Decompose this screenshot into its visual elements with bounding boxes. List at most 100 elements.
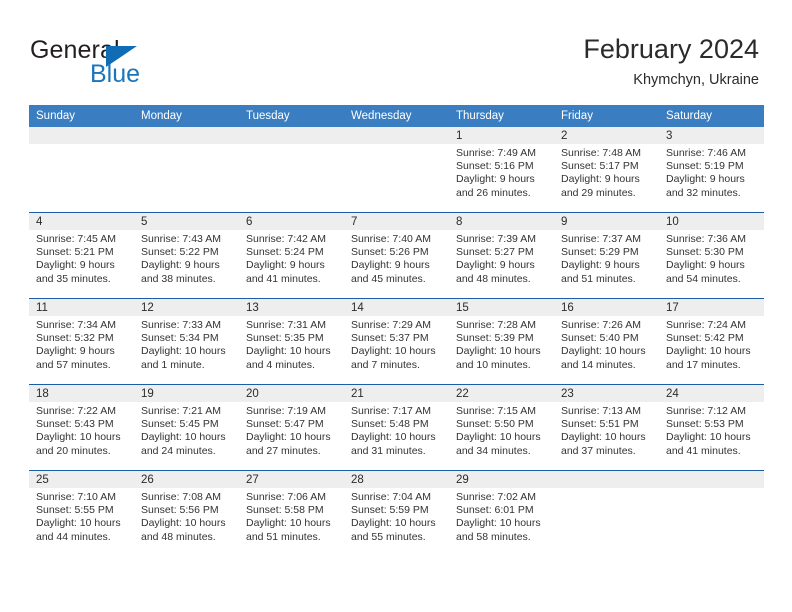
sunset-text: Sunset: 5:16 PM [456,160,534,173]
calendar-day-cell[interactable]: 29 Sunrise: 7:02 AM Sunset: 6:01 PM Dayligh… [449,470,554,556]
sunset-text: Sunset: 5:26 PM [351,246,429,259]
daylight-text-line2: and 10 minutes. [456,358,531,371]
day-number: 3 [659,127,764,144]
sunrise-text: Sunrise: 7:43 AM [141,233,221,245]
title-block: February 2024 Khymchyn, Ukraine [583,33,759,89]
calendar-day-cell[interactable]: 16 Sunrise: 7:26 AM Sunset: 5:40 PM Dayligh… [554,298,659,385]
calendar-day-cell[interactable]: 28 Sunrise: 7:04 AM Sunset: 5:59 PM Dayligh… [344,470,449,556]
sunset-text: Sunset: 5:45 PM [141,418,219,431]
sunrise-text: Sunrise: 7:13 AM [561,405,641,417]
day-number: 23 [554,385,659,402]
calendar-day-cell[interactable]: 9 Sunrise: 7:37 AM Sunset: 5:29 PM Daylight… [554,212,659,299]
calendar-day-cell[interactable]: 8 Sunrise: 7:39 AM Sunset: 5:27 PM Daylight… [449,212,554,299]
daylight-text-line2: and 41 minutes. [246,272,321,285]
daylight-text-line2: and 20 minutes. [36,444,111,457]
sunrise-text: Sunrise: 7:48 AM [561,147,641,159]
daylight-text-line2: and 41 minutes. [666,444,741,457]
calendar-day-cell[interactable]: 4 Sunrise: 7:45 AM Sunset: 5:21 PM Daylight… [29,212,134,299]
sunset-text: Sunset: 5:50 PM [456,418,534,431]
daylight-text-line1: Daylight: 10 hours [456,345,541,358]
calendar-day-cell[interactable]: 5 Sunrise: 7:43 AM Sunset: 5:22 PM Daylight… [134,212,239,299]
general-blue-logo[interactable]: General Blue [30,36,200,90]
page-subtitle-location: Khymchyn, Ukraine [633,72,759,88]
day-number [134,127,239,144]
day-number: 20 [239,385,344,402]
calendar-day-cell[interactable]: 24 Sunrise: 7:12 AM Sunset: 5:53 PM Dayligh… [659,384,764,471]
calendar-day-cell[interactable]: 1 Sunrise: 7:49 AM Sunset: 5:16 PM Daylight… [449,127,554,213]
daylight-text-line2: and 44 minutes. [36,530,111,543]
daylight-text-line2: and 48 minutes. [456,272,531,285]
calendar-day-cell[interactable]: 3 Sunrise: 7:46 AM Sunset: 5:19 PM Daylight… [659,127,764,213]
weekday-header-sunday: Sunday [29,105,134,127]
day-details: Sunrise: 7:36 AM Sunset: 5:30 PM Daylight:… [659,230,764,286]
sunset-text: Sunset: 5:22 PM [141,246,219,259]
calendar-day-cell[interactable]: 10 Sunrise: 7:36 AM Sunset: 5:30 PM Dayligh… [659,212,764,299]
daylight-text-line2: and 32 minutes. [666,186,741,199]
calendar-day-cell[interactable]: 11 Sunrise: 7:34 AM Sunset: 5:32 PM Dayligh… [29,298,134,385]
calendar-day-cell[interactable]: 2 Sunrise: 7:48 AM Sunset: 5:17 PM Daylight… [554,127,659,213]
calendar-day-cell[interactable]: 18 Sunrise: 7:22 AM Sunset: 5:43 PM Dayligh… [29,384,134,471]
day-number: 15 [449,299,554,316]
calendar-day-cell[interactable]: 14 Sunrise: 7:29 AM Sunset: 5:37 PM Dayligh… [344,298,449,385]
page-title: February 2024 [583,34,759,64]
sunrise-text: Sunrise: 7:22 AM [36,405,116,417]
calendar-day-cell[interactable]: 13 Sunrise: 7:31 AM Sunset: 5:35 PM Dayligh… [239,298,344,385]
sunset-text: Sunset: 5:39 PM [456,332,534,345]
day-details: Sunrise: 7:06 AM Sunset: 5:58 PM Daylight:… [239,488,344,544]
calendar-day-cell[interactable]: 22 Sunrise: 7:15 AM Sunset: 5:50 PM Dayligh… [449,384,554,471]
calendar-day-cell[interactable]: 20 Sunrise: 7:19 AM Sunset: 5:47 PM Dayligh… [239,384,344,471]
calendar-week-row: 1 Sunrise: 7:49 AM Sunset: 5:16 PM Daylight… [29,127,764,213]
sunset-text: Sunset: 5:58 PM [246,504,324,517]
day-details: Sunrise: 7:15 AM Sunset: 5:50 PM Daylight:… [449,402,554,458]
daylight-text-line1: Daylight: 10 hours [36,517,121,530]
daylight-text-line1: Daylight: 9 hours [36,345,115,358]
calendar-day-cell[interactable]: 19 Sunrise: 7:21 AM Sunset: 5:45 PM Dayligh… [134,384,239,471]
calendar-week-row: 4 Sunrise: 7:45 AM Sunset: 5:21 PM Daylight… [29,212,764,299]
weekday-header-tuesday: Tuesday [239,105,344,127]
daylight-text-line1: Daylight: 10 hours [561,345,646,358]
daylight-text-line2: and 37 minutes. [561,444,636,457]
day-number: 22 [449,385,554,402]
daylight-text-line1: Daylight: 10 hours [141,431,226,444]
day-details: Sunrise: 7:29 AM Sunset: 5:37 PM Daylight:… [344,316,449,372]
day-number [344,127,449,144]
logo-text-blue: Blue [90,60,141,88]
calendar-day-cell[interactable]: 23 Sunrise: 7:13 AM Sunset: 5:51 PM Dayligh… [554,384,659,471]
calendar-day-cell[interactable]: 7 Sunrise: 7:40 AM Sunset: 5:26 PM Daylight… [344,212,449,299]
sunrise-text: Sunrise: 7:08 AM [141,491,221,503]
sunset-text: Sunset: 5:42 PM [666,332,744,345]
daylight-text-line2: and 48 minutes. [141,530,216,543]
calendar-day-cell[interactable]: 27 Sunrise: 7:06 AM Sunset: 5:58 PM Dayligh… [239,470,344,556]
daylight-text-line2: and 58 minutes. [456,530,531,543]
day-number [554,471,659,488]
calendar-day-cell[interactable]: 26 Sunrise: 7:08 AM Sunset: 5:56 PM Dayligh… [134,470,239,556]
daylight-text-line1: Daylight: 10 hours [666,345,751,358]
day-details: Sunrise: 7:33 AM Sunset: 5:34 PM Daylight:… [134,316,239,372]
day-details: Sunrise: 7:04 AM Sunset: 5:59 PM Daylight:… [344,488,449,544]
daylight-text-line2: and 35 minutes. [36,272,111,285]
day-number: 29 [449,471,554,488]
calendar-day-cell[interactable]: 17 Sunrise: 7:24 AM Sunset: 5:42 PM Dayligh… [659,298,764,385]
daylight-text-line1: Daylight: 10 hours [666,431,751,444]
sunset-text: Sunset: 5:27 PM [456,246,534,259]
calendar-day-cell[interactable]: 25 Sunrise: 7:10 AM Sunset: 5:55 PM Dayligh… [29,470,134,556]
daylight-text-line1: Daylight: 9 hours [561,259,640,272]
day-details: Sunrise: 7:39 AM Sunset: 5:27 PM Daylight:… [449,230,554,286]
sunrise-text: Sunrise: 7:33 AM [141,319,221,331]
day-number [29,127,134,144]
daylight-text-line1: Daylight: 10 hours [456,431,541,444]
sunrise-text: Sunrise: 7:10 AM [36,491,116,503]
daylight-text-line1: Daylight: 10 hours [561,431,646,444]
sunrise-text: Sunrise: 7:04 AM [351,491,431,503]
day-details: Sunrise: 7:08 AM Sunset: 5:56 PM Daylight:… [134,488,239,544]
calendar-day-cell[interactable]: 15 Sunrise: 7:28 AM Sunset: 5:39 PM Dayligh… [449,298,554,385]
sunrise-text: Sunrise: 7:28 AM [456,319,536,331]
daylight-text-line1: Daylight: 9 hours [666,259,745,272]
day-number: 7 [344,213,449,230]
calendar-day-cell[interactable]: 12 Sunrise: 7:33 AM Sunset: 5:34 PM Dayligh… [134,298,239,385]
calendar-body: 1 Sunrise: 7:49 AM Sunset: 5:16 PM Daylight… [29,127,764,556]
daylight-text-line2: and 14 minutes. [561,358,636,371]
calendar-day-cell[interactable]: 21 Sunrise: 7:17 AM Sunset: 5:48 PM Dayligh… [344,384,449,471]
calendar-day-cell[interactable]: 6 Sunrise: 7:42 AM Sunset: 5:24 PM Daylight… [239,212,344,299]
daylight-text-line2: and 29 minutes. [561,186,636,199]
